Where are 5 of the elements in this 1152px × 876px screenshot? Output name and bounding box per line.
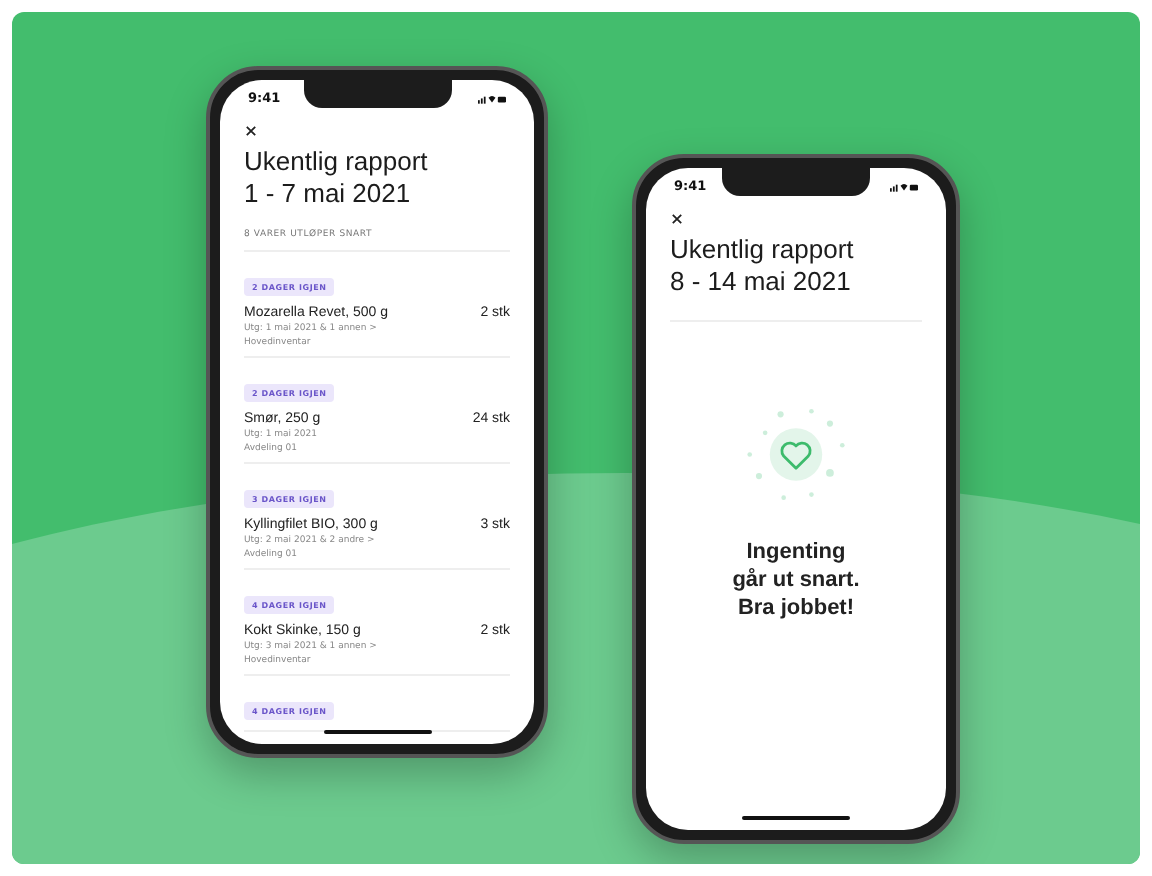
report-title: Ukentlig rapport [670, 234, 856, 267]
empty-message: Ingenting går ut snart. Bra jobbet! [732, 537, 860, 623]
report-title: Ukentlig rapport [244, 146, 430, 179]
report-period: 8 - 14 mai 2021 [670, 266, 853, 299]
report-period: 1 - 7 mai 2021 [244, 178, 413, 211]
